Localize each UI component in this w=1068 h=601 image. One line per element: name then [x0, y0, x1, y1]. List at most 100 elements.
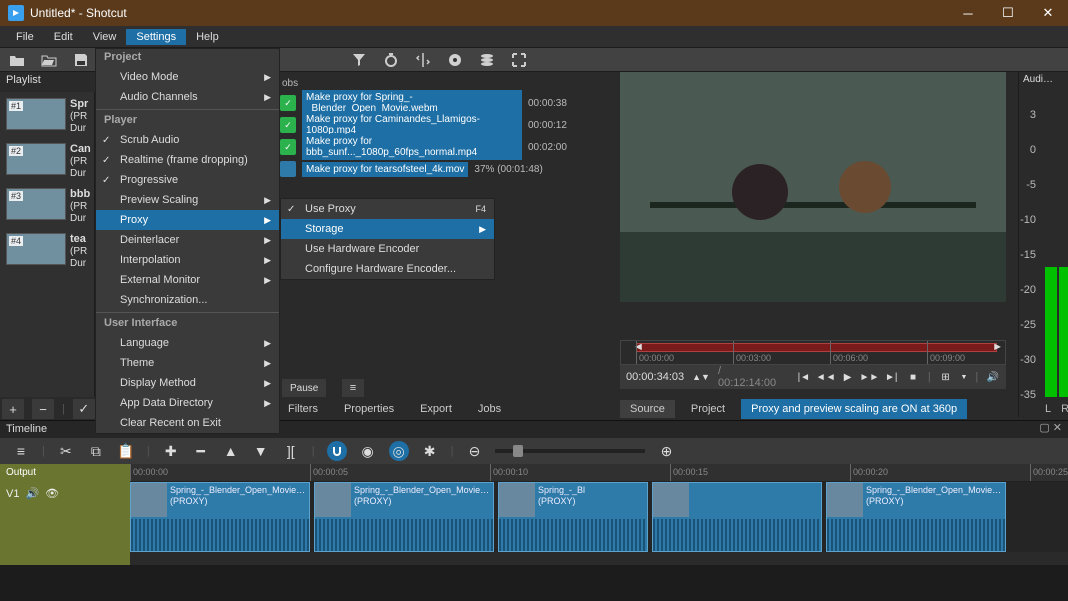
menu-item[interactable]: Language▶	[96, 333, 279, 353]
menu-item[interactable]: ✓Realtime (frame dropping)	[96, 150, 279, 170]
menu-item[interactable]: Theme▶	[96, 353, 279, 373]
cut-icon[interactable]: ✂	[57, 442, 75, 460]
timeline-clip[interactable]: Spring_-_Blender_Open_Movie…(PROXY)	[314, 482, 494, 552]
submenu-item[interactable]: Storage▶	[281, 219, 494, 239]
menu-section-header: Project	[96, 49, 279, 67]
menu-item[interactable]: ✓Progressive	[96, 170, 279, 190]
fullscreen-icon[interactable]	[510, 51, 528, 69]
menu-item[interactable]: Clear Recent on Exit	[96, 413, 279, 433]
submenu-item[interactable]: Use Hardware Encoder	[281, 239, 494, 259]
source-tab[interactable]: Source	[620, 400, 675, 418]
paste-icon[interactable]: 📋	[117, 442, 135, 460]
auto-icon[interactable]	[414, 51, 432, 69]
timeline-ruler[interactable]: 00:00:0000:00:0500:00:1000:00:1500:00:20…	[130, 464, 1068, 482]
tab-filters[interactable]: Filters	[280, 401, 326, 417]
menu-edit[interactable]: Edit	[44, 29, 83, 45]
stack-icon[interactable]	[478, 51, 496, 69]
app-icon	[8, 5, 24, 21]
transport-ruler[interactable]: ◄ ► 00:00:0000:03:0000:06:0000:09:00	[620, 340, 1006, 365]
job-row[interactable]: ✓Make proxy for Spring_-_Blender_Open_Mo…	[280, 92, 600, 114]
open-icon[interactable]	[8, 51, 26, 69]
menu-item[interactable]: App Data Directory▶	[96, 393, 279, 413]
play-icon[interactable]: ▶	[841, 370, 855, 384]
video-preview[interactable]	[620, 72, 1006, 302]
rewind-icon[interactable]: ◄◄	[819, 370, 833, 384]
menu-item[interactable]: Display Method▶	[96, 373, 279, 393]
lift-icon[interactable]: ▲	[222, 442, 240, 460]
playlist-item[interactable]: #2Can(PRDur	[0, 137, 94, 182]
jobs-list: ✓Make proxy for Spring_-_Blender_Open_Mo…	[280, 92, 600, 180]
loop-icon[interactable]: ■	[906, 370, 920, 384]
copy-icon[interactable]: ⧉	[87, 442, 105, 460]
menu-item[interactable]: External Monitor▶	[96, 270, 279, 290]
current-time[interactable]: 00:00:34:03	[626, 371, 684, 383]
project-tab[interactable]: Project	[681, 400, 735, 418]
timeline-close-icon[interactable]: ▢ ✕	[1039, 421, 1062, 434]
menu-item[interactable]: Proxy▶	[96, 210, 279, 230]
menu-file[interactable]: File	[6, 29, 44, 45]
audio-meter: Audi… 30-5-10-15-20-25-30-35-40 LR	[1018, 72, 1068, 417]
tab-jobs[interactable]: Jobs	[470, 401, 509, 417]
tab-properties[interactable]: Properties	[336, 401, 402, 417]
skip-start-icon[interactable]: |◄	[797, 370, 811, 384]
tab-export[interactable]: Export	[412, 401, 460, 417]
timeline-track-headers: Output V1 🔊 👁	[0, 464, 130, 565]
jobs-menu-button[interactable]: ≡	[342, 379, 364, 397]
eye-icon[interactable]: 👁	[45, 487, 59, 500]
zoom-out-icon[interactable]: ⊖	[465, 442, 483, 460]
disc-icon[interactable]	[446, 51, 464, 69]
timeline-clip[interactable]: Spring_-_Bl(PROXY)	[498, 482, 648, 552]
playlist-remove-button[interactable]: −	[32, 399, 54, 419]
job-row[interactable]: ✓Make proxy for Caminandes_Llamigos-1080…	[280, 114, 600, 136]
menu-item[interactable]: Interpolation▶	[96, 250, 279, 270]
zoom-slider[interactable]	[495, 449, 645, 453]
filter-icon[interactable]	[350, 51, 368, 69]
playlist-item[interactable]: #4tea(PRDur	[0, 227, 94, 272]
menu-item[interactable]: Deinterlacer▶	[96, 230, 279, 250]
job-row[interactable]: ✓Make proxy for bbb_sunf..._1080p_60fps_…	[280, 136, 600, 158]
submenu-item[interactable]: ✓Use ProxyF4	[281, 199, 494, 219]
menu-view[interactable]: View	[83, 29, 127, 45]
playlist-item[interactable]: #3bbb(PRDur	[0, 182, 94, 227]
split-icon[interactable]: ][	[282, 442, 300, 460]
menu-help[interactable]: Help	[186, 29, 229, 45]
scrub-icon[interactable]: ◉	[359, 442, 377, 460]
speaker-icon[interactable]: 🔊	[25, 487, 39, 500]
job-row[interactable]: Make proxy for tearsofsteel_4k.mov37% (0…	[280, 158, 600, 180]
tl-add-icon[interactable]: ✚	[162, 442, 180, 460]
menu-section-header: User Interface	[96, 315, 279, 333]
ripple-icon[interactable]: ◎	[389, 441, 409, 461]
submenu-item[interactable]: Configure Hardware Encoder...	[281, 259, 494, 279]
zoom-icon[interactable]: ⊞	[939, 370, 953, 384]
timeline-track[interactable]: Spring_-_Blender_Open_Movie…(PROXY)Sprin…	[130, 482, 1068, 552]
timeline-clip[interactable]: Spring_-_Blender_Open_Movie…(PROXY)	[826, 482, 1006, 552]
open-other-icon[interactable]	[40, 51, 58, 69]
playlist-item[interactable]: #1Spr(PRDur	[0, 92, 94, 137]
playlist-add-button[interactable]: +	[2, 399, 24, 419]
skip-end-icon[interactable]: ►|	[884, 370, 898, 384]
timeline-clip[interactable]: Spring_-_Blender_Open_Movie…(PROXY)	[652, 482, 822, 552]
playlist-check-button[interactable]: ✓	[73, 399, 95, 419]
jobs-pause-button[interactable]: Pause	[282, 379, 326, 397]
minimize-button[interactable]: ─	[948, 0, 988, 26]
menu-item[interactable]: Synchronization...	[96, 290, 279, 310]
ripple-all-icon[interactable]: ✱	[421, 442, 439, 460]
total-time: / 00:12:14:00	[718, 365, 781, 389]
menu-settings[interactable]: Settings	[126, 29, 186, 45]
tl-remove-icon[interactable]: ━	[192, 442, 210, 460]
maximize-button[interactable]: ☐	[988, 0, 1028, 26]
menu-item[interactable]: Video Mode▶	[96, 67, 279, 87]
fast-forward-icon[interactable]: ►►	[862, 370, 876, 384]
close-button[interactable]: ✕	[1028, 0, 1068, 26]
menu-item[interactable]: ✓Scrub Audio	[96, 130, 279, 150]
timeline-clip[interactable]: Spring_-_Blender_Open_Movie…(PROXY)	[130, 482, 310, 552]
volume-icon[interactable]: 🔊	[986, 370, 1000, 384]
tl-menu-icon[interactable]: ≡	[12, 442, 30, 460]
menu-item[interactable]: Preview Scaling▶	[96, 190, 279, 210]
timer-icon[interactable]	[382, 51, 400, 69]
save-icon[interactable]	[72, 51, 90, 69]
snap-icon[interactable]	[327, 441, 347, 461]
overwrite-icon[interactable]: ▼	[252, 442, 270, 460]
zoom-in-icon[interactable]: ⊕	[657, 442, 675, 460]
menu-item[interactable]: Audio Channels▶	[96, 87, 279, 107]
